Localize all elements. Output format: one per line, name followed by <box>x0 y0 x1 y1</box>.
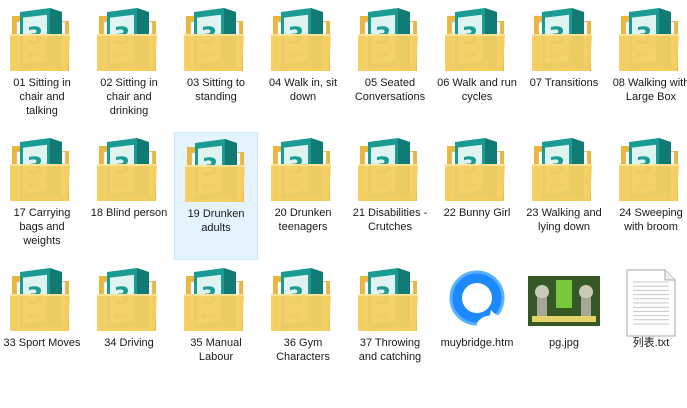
text-file-icon <box>613 266 687 338</box>
3d-folder-icon: 3 BIP <box>178 266 254 338</box>
folder-item[interactable]: 3 BIP 05 Seated Conversations <box>348 2 432 130</box>
folder-item[interactable]: 3 BIP 37 Throwing and catching <box>348 262 432 390</box>
browser-logo-icon <box>439 266 515 338</box>
folder-item[interactable]: 3 BIP 20 Drunken teenagers <box>261 132 345 260</box>
item-label: 20 Drunken teenagers <box>274 207 332 233</box>
item-label: 19 Drunken adults <box>187 208 245 234</box>
3d-folder-icon: 3 BIP <box>265 266 341 338</box>
item-label: 01 Sitting in chair and talking <box>13 77 71 117</box>
item-label: 33 Sport Moves <box>3 337 81 349</box>
3d-folder-icon: 3 BIP <box>265 136 341 208</box>
3d-folder-icon: 3 BIP <box>91 136 167 208</box>
3d-folder-icon: 3 BIP <box>526 136 602 208</box>
3d-folder-icon: 3 BIP <box>352 6 428 78</box>
3d-folder-icon: 3 BIP <box>526 6 602 78</box>
3d-folder-icon: 3 BIP <box>178 6 254 78</box>
folder-item[interactable]: 3 BIP 01 Sitting in chair and talking <box>0 2 84 130</box>
item-label: 22 Bunny Girl <box>443 207 511 219</box>
item-label: 36 Gym Characters <box>276 337 330 363</box>
folder-item[interactable]: 3 BIP 18 Blind person <box>87 132 171 260</box>
item-label: 18 Blind person <box>90 207 168 219</box>
3d-folder-icon: 3 BIP <box>613 136 687 208</box>
folder-item[interactable]: 3 BIP 33 Sport Moves <box>0 262 84 390</box>
item-label: 列表.txt <box>632 337 670 349</box>
folder-item[interactable]: 3 BIP 24 Sweeping with broom <box>609 132 687 260</box>
folder-item[interactable]: 3 BIP 03 Sitting to standing <box>174 2 258 130</box>
item-label: 23 Walking and lying down <box>526 207 602 233</box>
item-label: 05 Seated Conversations <box>354 77 426 103</box>
item-label: pg.jpg <box>549 337 579 349</box>
3d-folder-icon: 3 BIP <box>352 136 428 208</box>
folder-item[interactable]: 3 BIP 02 Sitting in chair and drinking <box>87 2 171 130</box>
folder-item[interactable]: 3 BIP 17 Carrying bags and weights <box>0 132 84 260</box>
item-label: 24 Sweeping with broom <box>619 207 683 233</box>
folder-item[interactable]: 3 BIP 04 Walk in, sit down <box>261 2 345 130</box>
3d-folder-icon: 3 BIP <box>4 266 80 338</box>
folder-item[interactable]: 3 BIP 34 Driving <box>87 262 171 390</box>
file-item[interactable]: 列表.txt <box>609 262 687 390</box>
3d-folder-icon: 3 BIP <box>439 6 515 78</box>
3d-folder-icon: 3 BIP <box>4 136 80 208</box>
item-label: 17 Carrying bags and weights <box>13 207 71 247</box>
item-label: 35 Manual Labour <box>190 337 242 363</box>
item-label: 02 Sitting in chair and drinking <box>100 77 158 117</box>
file-item[interactable]: pg.jpg <box>522 262 606 390</box>
item-label: 37 Throwing and catching <box>358 337 422 363</box>
item-label: 07 Transitions <box>529 77 599 89</box>
item-label: 34 Driving <box>104 337 154 349</box>
3d-folder-icon: 3 BIP <box>91 266 167 338</box>
item-label: 04 Walk in, sit down <box>268 77 338 103</box>
3d-folder-icon: 3 BIP <box>91 6 167 78</box>
3d-folder-icon: 3 BIP <box>352 266 428 338</box>
item-label: 08 Walking with Large Box <box>612 77 687 103</box>
item-label: 03 Sitting to standing <box>186 77 246 103</box>
3d-folder-icon: 3 BIP <box>439 136 515 208</box>
image-thumbnail-icon <box>526 266 602 338</box>
file-item[interactable]: muybridge.htm <box>435 262 519 390</box>
3d-folder-icon: 3 BIP <box>4 6 80 78</box>
folder-item[interactable]: 3 BIP 35 Manual Labour <box>174 262 258 390</box>
3d-folder-icon: 3 BIP <box>613 6 687 78</box>
item-label: muybridge.htm <box>440 337 514 349</box>
folder-item[interactable]: 3 BIP 08 Walking with Large Box <box>609 2 687 130</box>
3d-folder-icon: 3 BIP <box>265 6 341 78</box>
folder-item[interactable]: 3 BIP 36 Gym Characters <box>261 262 345 390</box>
folder-item[interactable]: 3 BIP 07 Transitions <box>522 2 606 130</box>
file-grid: 3 BIP 01 Sitting in chair and talking 3 … <box>0 0 687 408</box>
item-label: 06 Walk and run cycles <box>437 77 517 103</box>
folder-item[interactable]: 3 BIP 06 Walk and run cycles <box>435 2 519 130</box>
folder-item[interactable]: 3 BIP 23 Walking and lying down <box>522 132 606 260</box>
folder-item[interactable]: 3 BIP 21 Disabilities - Crutches <box>348 132 432 260</box>
folder-item[interactable]: 3 BIP 19 Drunken adults <box>174 132 258 260</box>
3d-folder-icon: 3 BIP <box>179 137 255 209</box>
item-label: 21 Disabilities - Crutches <box>352 207 428 233</box>
folder-item[interactable]: 3 BIP 22 Bunny Girl <box>435 132 519 260</box>
